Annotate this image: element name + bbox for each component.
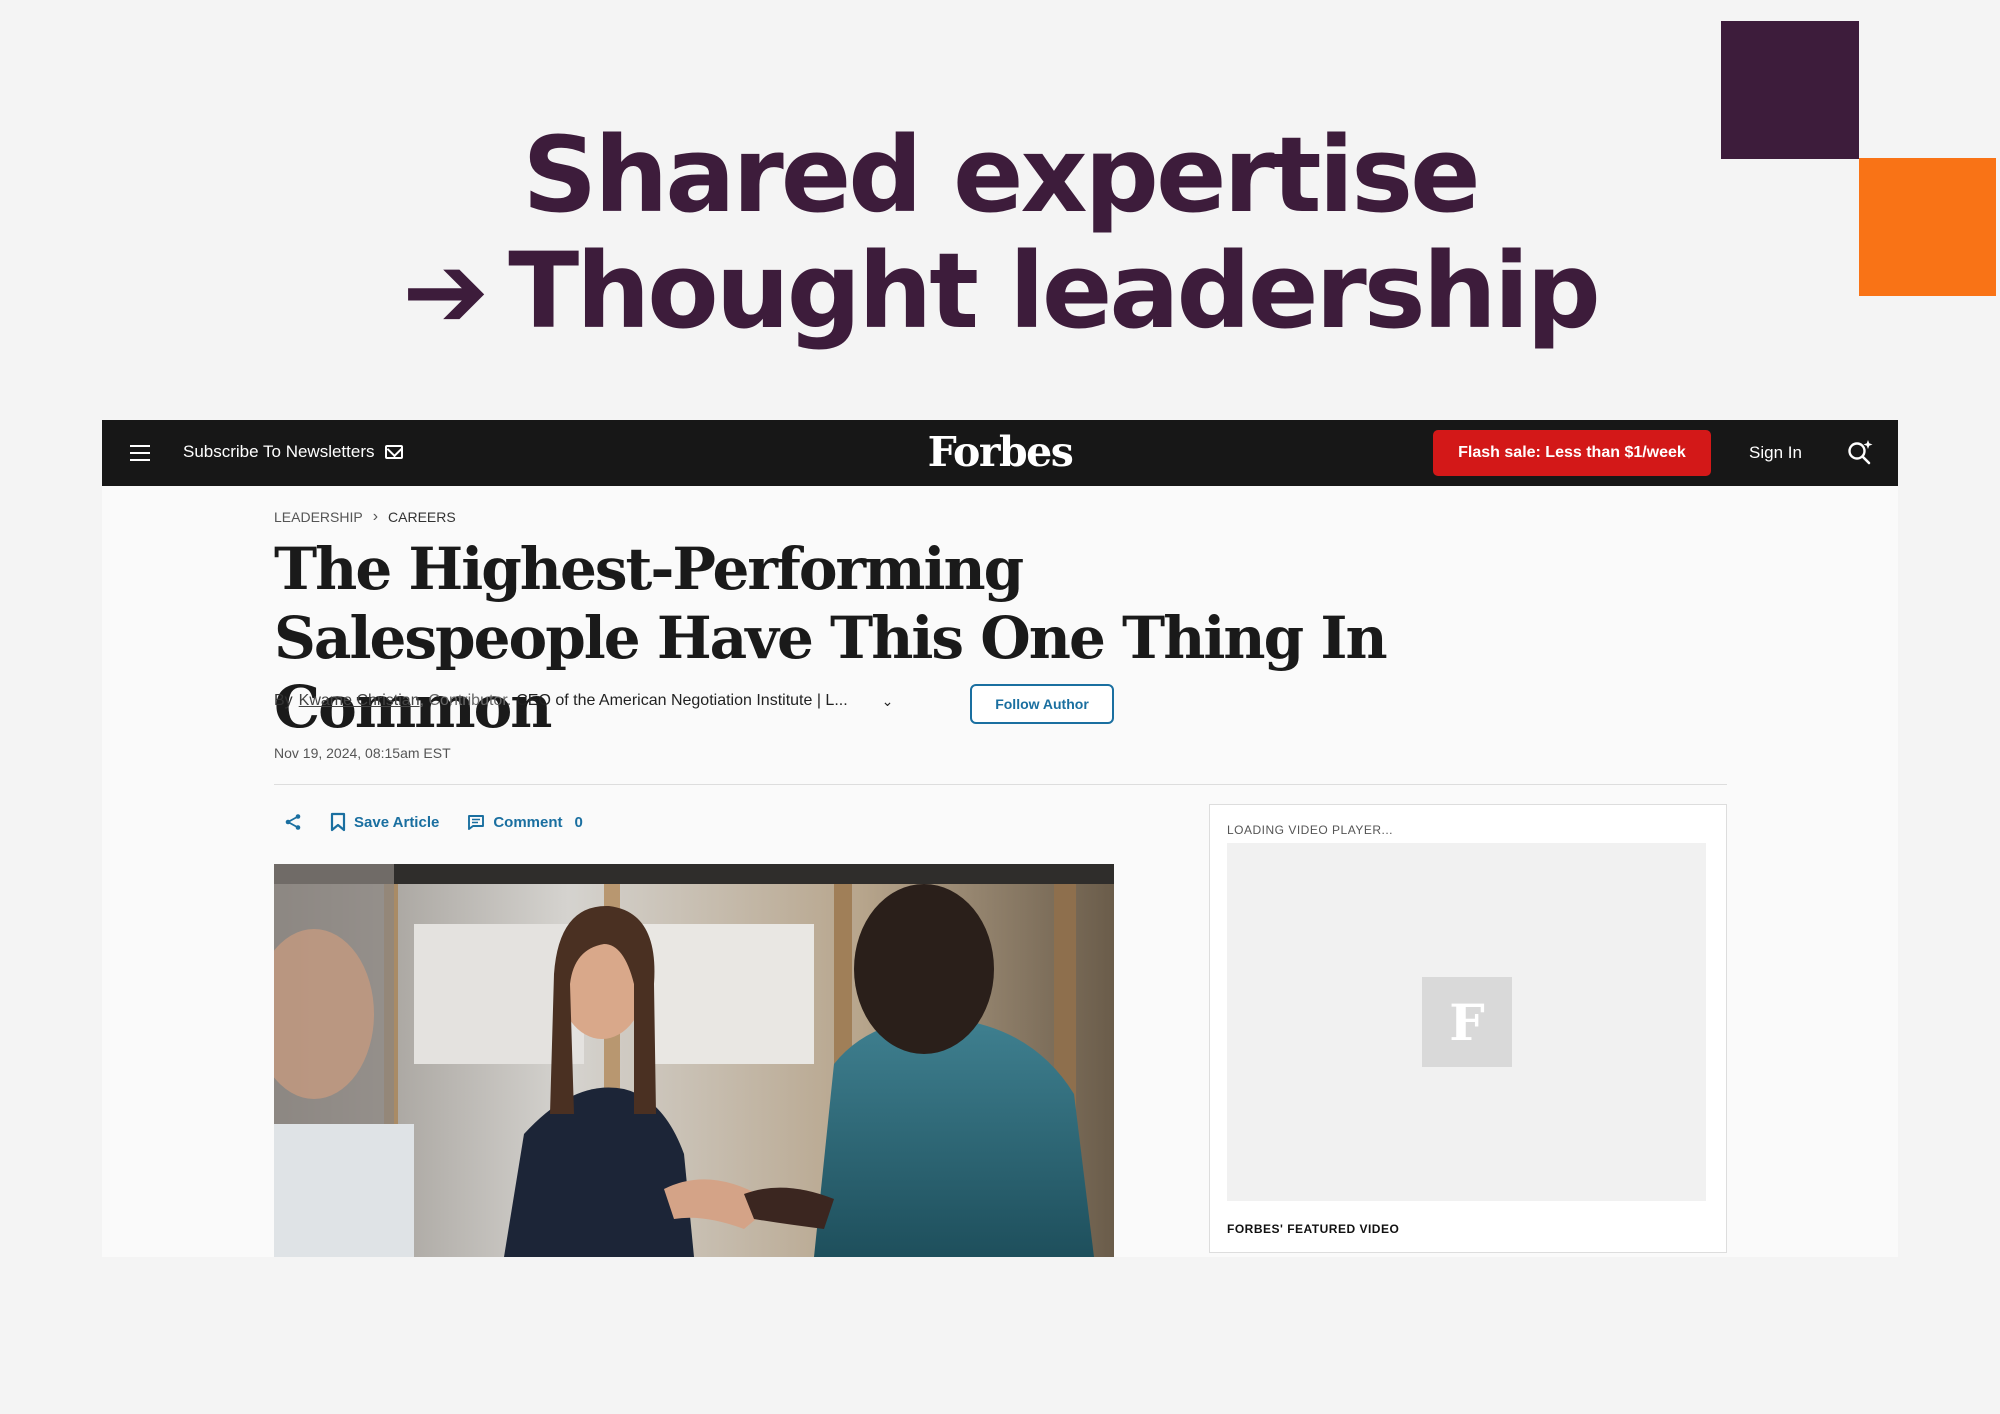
author-bio: CEO of the American Negotiation Institut…: [516, 692, 848, 709]
breadcrumb: LEADERSHIP › CAREERS: [274, 508, 456, 526]
article-hero-image: [274, 864, 1114, 1257]
featured-video-panel: LOADING VIDEO PLAYER... F FORBES' FEATUR…: [1209, 804, 1727, 1253]
arrow-icon: ➔: [402, 230, 489, 352]
author-role: , Contributor.: [419, 692, 512, 709]
chevron-right-icon: ›: [372, 508, 379, 525]
sign-in-link[interactable]: Sign In: [1749, 443, 1802, 463]
share-button[interactable]: [284, 813, 302, 831]
comment-label: Comment: [493, 813, 563, 831]
save-article-button[interactable]: Save Article: [330, 812, 439, 832]
breadcrumb-careers[interactable]: CAREERS: [388, 509, 456, 525]
article-screenshot: Subscribe To Newsletters Forbes Flash sa…: [102, 420, 1898, 1257]
search-icon[interactable]: [1845, 438, 1875, 468]
subscribe-label: Subscribe To Newsletters: [183, 442, 375, 461]
hamburger-icon[interactable]: [130, 445, 150, 461]
byline-by: By: [274, 692, 293, 709]
divider: [274, 784, 1727, 785]
share-icon: [285, 814, 301, 830]
save-article-label: Save Article: [354, 813, 440, 831]
site-header: Subscribe To Newsletters Forbes Flash sa…: [102, 420, 1898, 486]
slide-title: Shared expertise ➔ Thought leadership: [0, 118, 2000, 348]
comment-count: 0: [574, 813, 583, 831]
subscribe-newsletters-link[interactable]: Subscribe To Newsletters: [183, 442, 403, 462]
breadcrumb-leadership[interactable]: LEADERSHIP: [274, 509, 363, 525]
article-headline: The Highest-Performing Salespeople Have …: [274, 535, 1388, 741]
comment-button[interactable]: Comment 0: [467, 814, 583, 831]
decorative-orange-square: [1859, 158, 1996, 296]
featured-video-caption: FORBES' FEATURED VIDEO: [1227, 1222, 1400, 1236]
comment-icon: [468, 814, 485, 830]
article-actions: Save Article Comment 0: [274, 812, 583, 832]
forbes-logo[interactable]: Forbes: [928, 428, 1074, 476]
publish-date: Nov 19, 2024, 08:15am EST: [274, 745, 451, 761]
byline: By Kwame Christian , Contributor. CEO of…: [274, 692, 893, 710]
slide-title-line-2: ➔ Thought leadership: [0, 234, 2000, 348]
decorative-purple-square: [1721, 21, 1859, 159]
follow-author-button[interactable]: Follow Author: [970, 684, 1114, 724]
flash-sale-button[interactable]: Flash sale: Less than $1/week: [1433, 430, 1711, 476]
slide-title-line-2-text: Thought leadership: [508, 230, 1601, 352]
chevron-down-icon[interactable]: ⌄: [882, 693, 894, 710]
video-loading-label: LOADING VIDEO PLAYER...: [1227, 823, 1393, 837]
mail-icon: [384, 445, 403, 459]
forbes-f-logo-icon: F: [1422, 977, 1512, 1067]
bookmark-icon: [330, 812, 346, 832]
author-link[interactable]: Kwame Christian: [299, 692, 420, 710]
video-player[interactable]: F: [1227, 843, 1706, 1201]
slide-title-line-1: Shared expertise: [522, 114, 1480, 236]
